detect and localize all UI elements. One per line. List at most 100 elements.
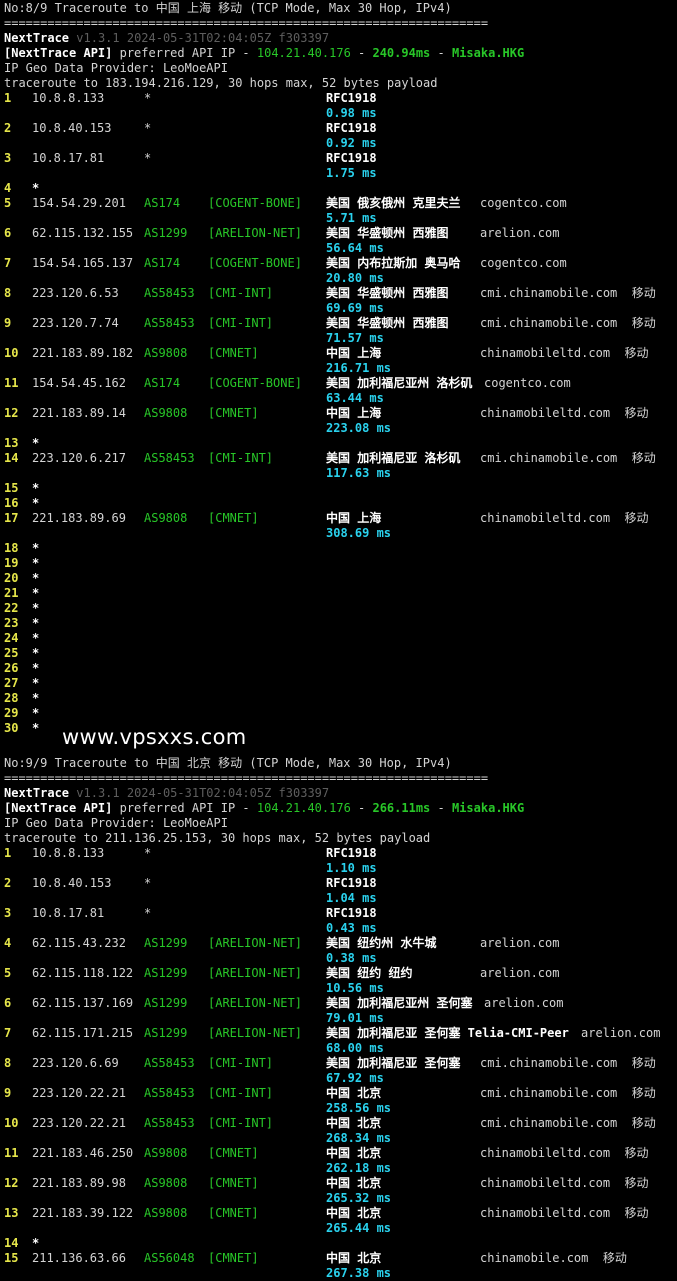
hop-ip: 223.120.22.21 <box>32 1086 126 1100</box>
api-sep: - <box>430 801 452 815</box>
hop-latency: 67.92 ms <box>326 1071 384 1085</box>
hop-number: 15 <box>4 1251 19 1265</box>
hop-tag: [CMNET] <box>208 1206 259 1220</box>
hop-geo: 中国 上海 <box>326 406 382 420</box>
hop-domain: chinamobileltd.com 移动 <box>480 1206 649 1220</box>
geo-provider: IP Geo Data Provider: LeoMoeAPI <box>4 816 228 831</box>
hop-number: 5 <box>4 966 12 980</box>
hop-number: 21 <box>4 586 19 600</box>
hop-domain: chinamobileltd.com 移动 <box>480 1146 649 1160</box>
hop-ip: 223.120.6.217 <box>32 451 126 465</box>
hop-asn: AS58453 <box>144 1086 195 1100</box>
title-text: No:8/9 Traceroute to 中国 上海 移动 (TCP Mode,… <box>4 1 452 15</box>
hop-asn: AS9808 <box>144 1146 188 1160</box>
hop-ip: * <box>32 661 40 675</box>
hop-domain: cmi.chinamobile.com 移动 <box>480 1086 656 1100</box>
hop-number: 27 <box>4 676 19 690</box>
hop-tag: [CMNET] <box>208 346 259 360</box>
api-latency: 240.94ms <box>372 46 431 60</box>
hop-latency: 1.10 ms <box>326 861 377 875</box>
hop-latency: 308.69 ms <box>326 526 392 540</box>
hop-ip: 221.183.46.250 <box>32 1146 134 1160</box>
section-title: No:9/9 Traceroute to 中国 北京 移动 (TCP Mode,… <box>4 756 452 771</box>
divider: ========================================… <box>4 16 488 31</box>
hop-number: 30 <box>4 721 19 735</box>
hop-tag: [CMI-INT] <box>208 1116 274 1130</box>
hop-tag: [ARELION-NET] <box>208 226 302 240</box>
hop-ip: 221.183.89.98 <box>32 1176 126 1190</box>
hop-tag: [COGENT-BONE] <box>208 376 302 390</box>
hop-number: 29 <box>4 706 19 720</box>
hop-domain: chinamobileltd.com 移动 <box>480 511 649 525</box>
hop-tag: [CMI-INT] <box>208 316 274 330</box>
hop-domain: arelion.com <box>480 936 560 950</box>
hop-ip: 223.120.6.53 <box>32 286 119 300</box>
api-node: Misaka.HKG <box>451 801 525 815</box>
hop-ip: * <box>32 1236 40 1250</box>
hop-number: 23 <box>4 616 19 630</box>
hop-ip: * <box>32 706 40 720</box>
hop-ip: 62.115.43.232 <box>32 936 126 950</box>
hop-ip: 10.8.8.133 <box>32 846 105 860</box>
hop-domain: cogentco.com <box>480 256 567 270</box>
version-line: NextTrace v1.3.1 2024-05-31T02:04:05Z f3… <box>4 786 329 801</box>
hop-ip: 154.54.165.137 <box>32 256 134 270</box>
hop-tag: [CMI-INT] <box>208 1086 274 1100</box>
hop-number: 6 <box>4 996 12 1010</box>
hop-geo: 中国 北京 <box>326 1146 382 1160</box>
hop-number: 20 <box>4 571 19 585</box>
hop-number: 9 <box>4 1086 12 1100</box>
hop-asn: * <box>144 846 152 860</box>
hop-number: 11 <box>4 376 19 390</box>
api-sep: - <box>430 46 452 60</box>
hop-ip: * <box>32 721 40 735</box>
hop-asn: AS58453 <box>144 316 195 330</box>
hop-domain: cmi.chinamobile.com 移动 <box>480 286 656 300</box>
hop-geo: 美国 华盛顿州 西雅图 <box>326 316 449 330</box>
hop-latency: 265.32 ms <box>326 1191 392 1205</box>
hop-domain: chinamobileltd.com 移动 <box>480 406 649 420</box>
hop-latency: 20.80 ms <box>326 271 384 285</box>
version-line: NextTrace v1.3.1 2024-05-31T02:04:05Z f3… <box>4 31 329 46</box>
hop-asn: AS174 <box>144 196 181 210</box>
hop-geo: 美国 纽约州 水牛城 <box>326 936 437 950</box>
section-title: No:8/9 Traceroute to 中国 上海 移动 (TCP Mode,… <box>4 1 452 16</box>
hop-asn: AS58453 <box>144 1056 195 1070</box>
hop-ip: 10.8.8.133 <box>32 91 105 105</box>
hop-asn: AS174 <box>144 376 181 390</box>
hop-ip: 154.54.29.201 <box>32 196 126 210</box>
hop-number: 2 <box>4 876 12 890</box>
trace-text: traceroute to 183.194.216.129, 30 hops m… <box>4 76 438 90</box>
hop-tag: [CMI-INT] <box>208 1056 274 1070</box>
hop-geo: 美国 加利福尼亚州 圣何塞 <box>326 996 473 1010</box>
version-text: v1.3.1 2024-05-31T02:04:05Z f303397 <box>76 31 330 45</box>
geo-text: IP Geo Data Provider: LeoMoeAPI <box>4 816 228 830</box>
hop-latency: 216.71 ms <box>326 361 392 375</box>
hop-number: 8 <box>4 286 12 300</box>
hop-latency: 0.98 ms <box>326 106 377 120</box>
hop-asn: AS1299 <box>144 996 188 1010</box>
hop-ip: 223.120.7.74 <box>32 316 119 330</box>
hop-ip: * <box>32 676 40 690</box>
hop-number: 3 <box>4 906 12 920</box>
hop-number: 28 <box>4 691 19 705</box>
hop-asn: * <box>144 91 152 105</box>
hop-latency: 0.38 ms <box>326 951 377 965</box>
hop-ip: * <box>32 436 40 450</box>
hop-ip: 62.115.132.155 <box>32 226 134 240</box>
api-sep: - <box>350 801 373 815</box>
hop-tag: [COGENT-BONE] <box>208 256 302 270</box>
hop-asn: AS58453 <box>144 1116 195 1130</box>
hop-latency: 223.08 ms <box>326 421 392 435</box>
hop-domain: cmi.chinamobile.com 移动 <box>480 1056 656 1070</box>
hop-latency: 56.64 ms <box>326 241 384 255</box>
hop-ip: 10.8.17.81 <box>32 906 105 920</box>
hop-ip: * <box>32 556 40 570</box>
hop-tag: [ARELION-NET] <box>208 996 302 1010</box>
hop-asn: AS9808 <box>144 1176 188 1190</box>
hop-latency: 267.38 ms <box>326 1266 392 1280</box>
hop-number: 13 <box>4 436 19 450</box>
hop-latency: 5.71 ms <box>326 211 377 225</box>
hop-latency: 68.00 ms <box>326 1041 384 1055</box>
api-text: preferred API IP - <box>112 46 257 60</box>
